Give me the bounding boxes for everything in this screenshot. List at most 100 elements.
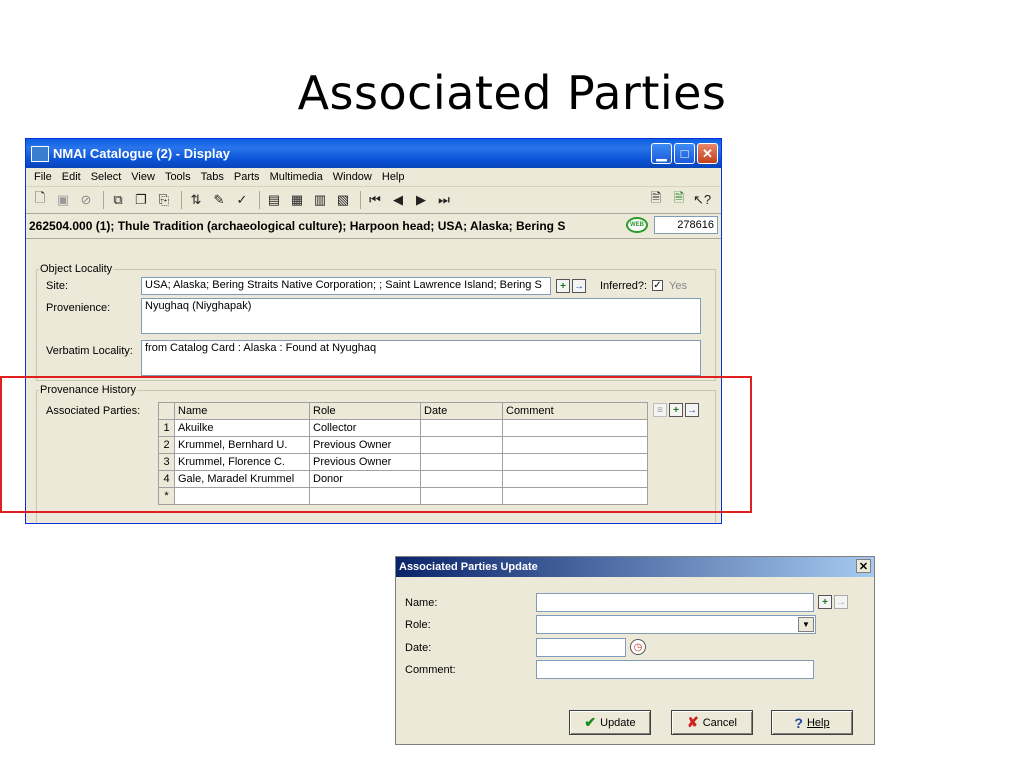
minimize-button[interactable]: ▁: [651, 143, 672, 164]
party-date[interactable]: [420, 436, 503, 454]
inferred-checkbox[interactable]: ✓: [652, 280, 663, 291]
table-row[interactable]: 4 Gale, Maradel Krummel Donor: [158, 470, 648, 488]
view-image-icon[interactable]: ▧: [333, 190, 353, 210]
view-table-icon[interactable]: ▦: [287, 190, 307, 210]
save-icon[interactable]: ▣: [53, 190, 73, 210]
role-select[interactable]: [536, 615, 816, 634]
new-icon[interactable]: 🗋: [30, 190, 50, 210]
new-row[interactable]: *: [158, 487, 648, 505]
party-date[interactable]: [420, 453, 503, 471]
table-row[interactable]: 2 Krummel, Bernhard U. Previous Owner: [158, 436, 648, 454]
verbatim-locality-label: Verbatim Locality:: [46, 345, 133, 357]
dialog-close-button[interactable]: ✕: [856, 559, 871, 573]
inferred-label: Inferred?:: [600, 280, 648, 292]
stop-icon[interactable]: ⊘: [76, 190, 96, 210]
window-title: NMAI Catalogue (2) - Display: [53, 146, 230, 161]
next-record-icon[interactable]: ▶: [411, 190, 431, 210]
party-name[interactable]: Gale, Maradel Krummel: [174, 470, 310, 488]
context-help-icon[interactable]: ↖?: [692, 190, 712, 210]
associated-parties-label: Associated Parties:: [46, 405, 141, 417]
party-comment[interactable]: [502, 419, 648, 437]
report2-icon[interactable]: 🗎: [669, 190, 689, 210]
grid-lookup-icon[interactable]: ≡: [653, 403, 667, 417]
close-button[interactable]: ✕: [697, 143, 718, 164]
help-button[interactable]: ? Help: [771, 710, 853, 735]
menu-parts[interactable]: Parts: [229, 171, 265, 183]
column-header-role[interactable]: Role: [309, 402, 421, 420]
report-icon[interactable]: 🗎: [646, 190, 666, 210]
prev-record-icon[interactable]: ◀: [388, 190, 408, 210]
new-party-name[interactable]: [174, 487, 310, 505]
maximize-button[interactable]: □: [674, 143, 695, 164]
cancel-button[interactable]: ✘ Cancel: [671, 710, 753, 735]
column-header-name[interactable]: Name: [174, 402, 310, 420]
name-add-icon[interactable]: +: [818, 595, 832, 609]
dialog-titlebar[interactable]: Associated Parties Update ✕: [396, 557, 874, 577]
party-role[interactable]: Previous Owner: [309, 453, 421, 471]
new-party-comment[interactable]: [502, 487, 648, 505]
row-number: 3: [158, 453, 175, 471]
last-record-icon[interactable]: ⏭: [434, 190, 454, 210]
clear-icon[interactable]: ⎘: [154, 190, 174, 210]
date-label: Date:: [405, 642, 432, 654]
view-form-icon[interactable]: ▤: [264, 190, 284, 210]
date-input[interactable]: [536, 638, 626, 657]
site-link-icon[interactable]: →: [572, 279, 586, 293]
menu-select[interactable]: Select: [86, 171, 127, 183]
edit-icon[interactable]: ✎: [209, 190, 229, 210]
view-page-icon[interactable]: ▥: [310, 190, 330, 210]
first-record-icon[interactable]: ⏮: [365, 190, 385, 210]
site-field[interactable]: USA; Alaska; Bering Straits Native Corpo…: [141, 277, 551, 295]
column-header-comment[interactable]: Comment: [502, 402, 648, 420]
party-comment[interactable]: [502, 470, 648, 488]
update-button[interactable]: ✔ Update: [569, 710, 651, 735]
party-name[interactable]: Akuilke: [174, 419, 310, 437]
record-title: 262504.000 (1); Thule Tradition (archaeo…: [29, 219, 566, 233]
menu-file[interactable]: File: [29, 171, 57, 183]
new-row-marker: *: [158, 487, 175, 505]
party-role[interactable]: Previous Owner: [309, 436, 421, 454]
party-comment[interactable]: [502, 453, 648, 471]
menu-multimedia[interactable]: Multimedia: [265, 171, 328, 183]
role-dropdown-icon[interactable]: ▼: [798, 617, 814, 632]
grid-link-icon[interactable]: →: [685, 403, 699, 417]
copy-record-icon[interactable]: ⧉: [108, 190, 128, 210]
sort-icon[interactable]: ⇅: [186, 190, 206, 210]
party-name[interactable]: Krummel, Bernhard U.: [174, 436, 310, 454]
object-locality-legend: Object Locality: [40, 263, 113, 275]
comment-label: Comment:: [405, 664, 456, 676]
verbatim-locality-field[interactable]: from Catalog Card : Alaska : Found at Ny…: [141, 340, 701, 376]
column-header-date[interactable]: Date: [420, 402, 503, 420]
party-comment[interactable]: [502, 436, 648, 454]
menu-tools[interactable]: Tools: [160, 171, 196, 183]
party-name[interactable]: Krummel, Florence C.: [174, 453, 310, 471]
party-date[interactable]: [420, 419, 503, 437]
menu-window[interactable]: Window: [328, 171, 377, 183]
cancel-button-label: Cancel: [702, 716, 737, 729]
nmai-catalogue-window: NMAI Catalogue (2) - Display ▁ □ ✕ File …: [25, 138, 722, 524]
spellcheck-icon[interactable]: ✓: [232, 190, 252, 210]
menu-edit[interactable]: Edit: [57, 171, 86, 183]
table-row[interactable]: 3 Krummel, Florence C. Previous Owner: [158, 453, 648, 471]
duplicate-icon[interactable]: ❐: [131, 190, 151, 210]
menu-help[interactable]: Help: [377, 171, 410, 183]
name-link-icon[interactable]: →: [834, 595, 848, 609]
calendar-icon[interactable]: ◷: [630, 639, 646, 655]
party-date[interactable]: [420, 470, 503, 488]
name-input[interactable]: [536, 593, 814, 612]
new-party-date[interactable]: [420, 487, 503, 505]
party-role[interactable]: Collector: [309, 419, 421, 437]
record-title-bar: 262504.000 (1); Thule Tradition (archaeo…: [26, 214, 721, 239]
comment-input[interactable]: [536, 660, 814, 679]
grid-add-icon[interactable]: +: [669, 403, 683, 417]
menu-view[interactable]: View: [126, 171, 160, 183]
party-role[interactable]: Donor: [309, 470, 421, 488]
web-icon[interactable]: WEB: [626, 217, 648, 233]
menu-tabs[interactable]: Tabs: [196, 171, 229, 183]
window-titlebar[interactable]: NMAI Catalogue (2) - Display ▁ □ ✕: [26, 139, 721, 168]
site-add-icon[interactable]: +: [556, 279, 570, 293]
provenience-field[interactable]: Nyughaq (Niyghapak): [141, 298, 701, 334]
table-row[interactable]: 1 Akuilke Collector: [158, 419, 648, 437]
associated-parties-table[interactable]: Name Role Date Comment 1 Akuilke Collect…: [158, 402, 648, 505]
new-party-role[interactable]: [309, 487, 421, 505]
